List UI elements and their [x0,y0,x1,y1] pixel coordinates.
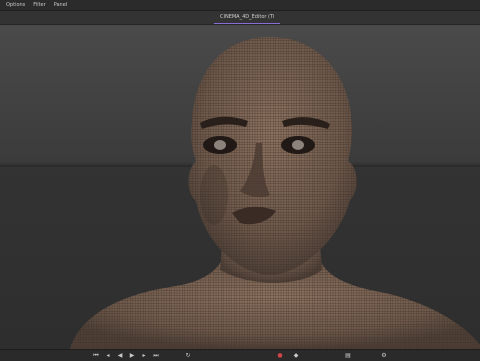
loop-icon[interactable]: ↻ [184,352,192,359]
menu-options[interactable]: Options [0,0,29,10]
3d-viewport[interactable] [0,25,480,349]
frame-end-icon[interactable]: ⏭ [152,352,160,359]
play-icon[interactable]: ▶ [128,352,136,359]
menu-filter[interactable]: Filter [29,0,49,10]
play-reverse-icon[interactable]: ◀ [116,352,124,359]
tab-strip: CINEMA_4D_Editor (Ti [0,11,480,25]
timeline-toolbar: ⏮ ◂ ◀ ▶ ▸ ⏭ ↻ ● ◆ ▤ ⚙ [0,349,480,361]
keyframe-icon[interactable]: ◆ [292,352,300,359]
viewport-canvas [0,37,480,349]
menu-bar: Options Filter Panel [0,0,480,11]
frame-prev-icon[interactable]: ◂ [104,352,112,359]
timeline-icon[interactable]: ▤ [344,352,352,359]
settings-icon[interactable]: ⚙ [380,352,388,359]
frame-start-icon[interactable]: ⏮ [92,352,100,359]
record-icon[interactable]: ● [276,352,284,359]
menu-panel[interactable]: Panel [50,0,72,10]
tab-editor[interactable]: CINEMA_4D_Editor (Ti [214,11,281,24]
frame-next-icon[interactable]: ▸ [140,352,148,359]
